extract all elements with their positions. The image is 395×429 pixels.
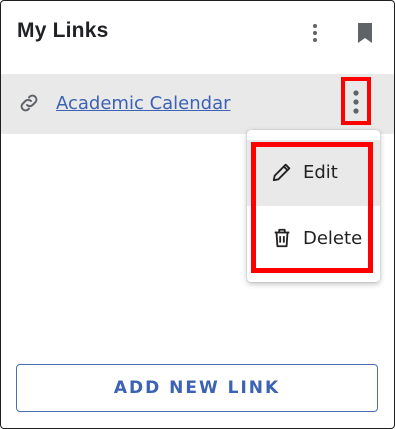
link-academic-calendar[interactable]: Academic Calendar <box>56 93 231 114</box>
trash-icon <box>271 227 293 249</box>
menu-item-edit[interactable]: Edit <box>247 140 380 206</box>
menu-item-label: Edit <box>303 162 338 183</box>
my-links-card: My Links Academic Calendar Edit Delete A… <box>0 0 395 429</box>
add-new-link-button[interactable]: ADD NEW LINK <box>16 364 378 412</box>
link-icon <box>17 91 41 115</box>
more-vertical-icon[interactable] <box>303 21 327 45</box>
menu-item-delete[interactable]: Delete <box>247 206 380 272</box>
more-vertical-icon[interactable] <box>348 89 364 115</box>
card-title: My Links <box>17 19 109 42</box>
link-row-menu-button[interactable] <box>341 77 371 125</box>
menu-item-label: Delete <box>303 228 363 249</box>
card-header: My Links <box>1 1 394 67</box>
link-context-menu: Edit Delete <box>247 130 380 282</box>
pencil-icon <box>271 161 293 183</box>
bookmark-icon[interactable] <box>353 21 377 45</box>
link-row[interactable]: Academic Calendar <box>1 74 394 134</box>
